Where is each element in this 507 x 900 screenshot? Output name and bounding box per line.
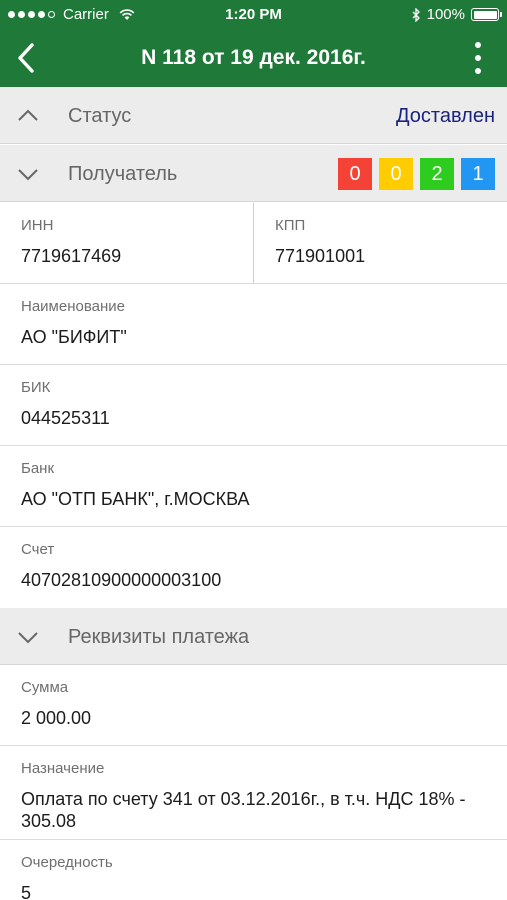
payment-section-title: Реквизиты платежа bbox=[68, 626, 250, 648]
inn-field: ИНН 7719617469 bbox=[0, 203, 254, 284]
account-label: Счет bbox=[21, 541, 55, 558]
counter-badge-yellow: 0 bbox=[379, 158, 413, 190]
priority-value: 5 bbox=[21, 883, 32, 900]
more-options-button[interactable] bbox=[471, 42, 485, 74]
name-field: Наименование АО "БИФИТ" bbox=[0, 284, 507, 365]
status-bar: Carrier 1:20 PM 100% bbox=[0, 0, 507, 30]
chevron-up-icon bbox=[18, 109, 38, 121]
amount-value: 2 000.00 bbox=[21, 708, 92, 728]
inn-label: ИНН bbox=[21, 217, 54, 234]
chevron-down-icon bbox=[18, 169, 38, 181]
kpp-value: 771901001 bbox=[275, 246, 366, 266]
counter-badge-blue: 1 bbox=[461, 158, 495, 190]
account-field: Счет 40702810900000003100 bbox=[0, 527, 507, 608]
back-button[interactable] bbox=[8, 38, 44, 78]
kpp-label: КПП bbox=[275, 217, 306, 234]
bik-value: 044525311 bbox=[21, 408, 110, 428]
counter-badge-green: 2 bbox=[420, 158, 454, 190]
recipient-section-title: Получатель bbox=[68, 163, 178, 185]
kpp-field: КПП 771901001 bbox=[254, 203, 507, 284]
bank-field: Банк АО "ОТП БАНК", г.МОСКВА bbox=[0, 446, 507, 527]
amount-field: Сумма 2 000.00 bbox=[0, 665, 507, 746]
navigation-bar: N 118 от 19 дек. 2016г. bbox=[0, 30, 507, 87]
more-vert-icon bbox=[475, 42, 481, 48]
priority-field: Очередность 5 bbox=[0, 840, 507, 900]
amount-label: Сумма bbox=[21, 679, 69, 696]
purpose-value: Оплата по счету 341 от 03.12.2016г., в т… bbox=[21, 789, 466, 831]
bluetooth-icon bbox=[412, 7, 420, 22]
chevron-left-icon bbox=[18, 43, 34, 73]
inn-kpp-row: ИНН 7719617469 КПП 771901001 bbox=[0, 203, 507, 284]
bank-value: АО "ОТП БАНК", г.МОСКВА bbox=[21, 489, 250, 509]
bank-label: Банк bbox=[21, 460, 55, 477]
status-section-title: Статус bbox=[68, 105, 132, 127]
recipient-section-header[interactable]: Получатель 0 0 2 1 bbox=[0, 145, 507, 202]
bik-label: БИК bbox=[21, 379, 51, 396]
name-value: АО "БИФИТ" bbox=[21, 327, 127, 347]
app-header: Carrier 1:20 PM 100% N 118 от 19 дек. 20… bbox=[0, 0, 507, 87]
inn-value: 7719617469 bbox=[21, 246, 122, 266]
payment-section-header[interactable]: Реквизиты платежа bbox=[0, 608, 507, 665]
counter-badges: 0 0 2 1 bbox=[338, 158, 495, 190]
battery-info: 100% bbox=[412, 6, 502, 23]
page-title: N 118 от 19 дек. 2016г. bbox=[141, 46, 366, 69]
priority-label: Очередность bbox=[21, 854, 113, 871]
battery-icon bbox=[471, 8, 502, 21]
name-label: Наименование bbox=[21, 298, 125, 315]
purpose-label: Назначение bbox=[21, 760, 105, 777]
status-badge: Доставлен bbox=[396, 105, 495, 127]
counter-badge-red: 0 bbox=[338, 158, 372, 190]
battery-percent: 100% bbox=[426, 6, 465, 23]
purpose-field: Назначение Оплата по счету 341 от 03.12.… bbox=[0, 746, 507, 840]
status-section-header[interactable]: Статус Доставлен bbox=[0, 87, 507, 144]
account-value: 40702810900000003100 bbox=[21, 570, 222, 590]
chevron-down-icon bbox=[18, 632, 38, 644]
bik-field: БИК 044525311 bbox=[0, 365, 507, 446]
